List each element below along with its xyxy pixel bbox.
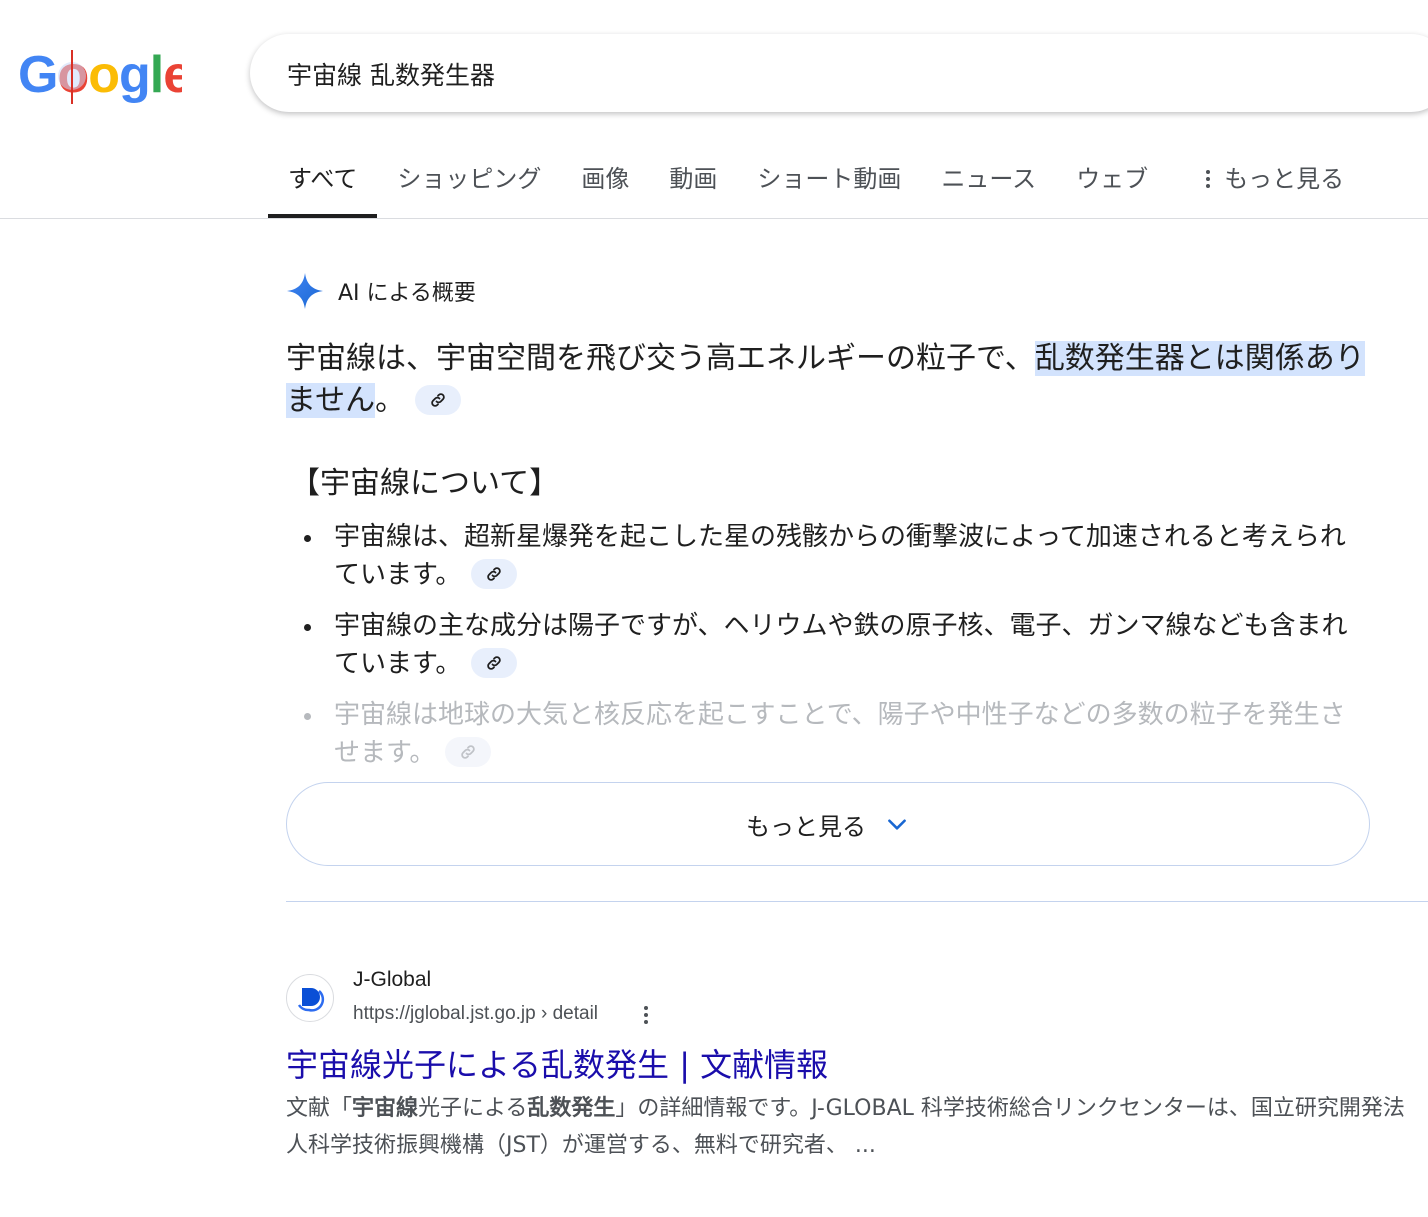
logo-letter-g: G bbox=[18, 46, 57, 104]
more-vert-icon bbox=[1206, 170, 1211, 188]
show-more-button[interactable]: もっと見る bbox=[286, 782, 1370, 866]
logo-letter-e: e bbox=[163, 46, 182, 104]
source-link-button[interactable] bbox=[415, 384, 462, 415]
svg-text:Google: Google bbox=[18, 46, 182, 104]
source-link-button[interactable] bbox=[445, 736, 492, 767]
list-item: 宇宙線の主な成分は陽子ですが、ヘリウムや鉄の原子核、電子、ガンマ線なども含まれて… bbox=[300, 607, 1366, 683]
result-url[interactable]: https://jglobal.jst.go.jp › detail bbox=[353, 1003, 598, 1025]
link-icon bbox=[487, 566, 502, 581]
tab-images[interactable]: 画像 bbox=[561, 140, 649, 218]
ai-lead-end: 。 bbox=[375, 383, 406, 418]
snippet-bold: 乱数発生 bbox=[527, 1096, 616, 1121]
result-snippet: 文献「宇宙線光子による乱数発生」の詳細情報です。J-GLOBAL 科学技術総合リ… bbox=[286, 1090, 1406, 1164]
ai-section-title: 【宇宙線について】 bbox=[290, 466, 560, 501]
google-logo[interactable]: Google bbox=[16, 40, 182, 112]
tab-all[interactable]: すべて bbox=[268, 140, 378, 218]
ai-bullet-list: 宇宙線は、超新星爆発を起こした星の残骸からの衝撃波によって加速されると考えられて… bbox=[300, 518, 1366, 785]
ai-overview-label: AI による概要 bbox=[338, 281, 476, 306]
logo-letter-l: l bbox=[150, 46, 163, 104]
snippet-part: 文献「 bbox=[286, 1096, 353, 1121]
tab-web[interactable]: ウェブ bbox=[1056, 140, 1168, 218]
show-more-label: もっと見る bbox=[746, 812, 866, 841]
ai-overview-header: AI による概要 bbox=[286, 272, 476, 310]
chevron-down-icon bbox=[888, 819, 906, 830]
tab-news[interactable]: ニュース bbox=[921, 140, 1056, 218]
tab-videos[interactable]: 動画 bbox=[649, 140, 737, 218]
link-icon bbox=[461, 744, 476, 759]
tab-short-videos[interactable]: ショート動画 bbox=[737, 140, 921, 218]
site-favicon[interactable] bbox=[286, 974, 334, 1022]
logo-letter-g2: g bbox=[119, 46, 150, 104]
section-divider bbox=[286, 901, 1428, 902]
link-icon bbox=[487, 655, 502, 670]
jglobal-logo-icon bbox=[297, 988, 325, 1012]
snippet-bold: 宇宙線 bbox=[352, 1096, 419, 1121]
tab-shopping[interactable]: ショッピング bbox=[377, 140, 561, 218]
tab-more[interactable]: もっと見る bbox=[1186, 140, 1364, 218]
result-options-icon[interactable] bbox=[644, 1006, 648, 1024]
link-icon bbox=[431, 392, 445, 407]
list-item: 宇宙線は地球の大気と核反応を起こすことで、陽子や中性子などの多数の粒子を発生させ… bbox=[300, 696, 1366, 772]
source-link-button[interactable] bbox=[471, 558, 518, 589]
tab-more-label: もっと見る bbox=[1224, 165, 1345, 193]
source-link-button[interactable] bbox=[471, 647, 518, 678]
logo-letter-o2: o bbox=[88, 46, 119, 104]
snippet-part: 光子による bbox=[418, 1096, 528, 1121]
result-site-name[interactable]: J-Global bbox=[353, 968, 431, 992]
ai-lead-text: 宇宙線は、宇宙空間を飛び交う高エネルギーの粒子で、 bbox=[286, 341, 1035, 376]
tabs-divider bbox=[0, 218, 1428, 219]
search-box[interactable]: 宇宙線 乱数発生器 bbox=[250, 34, 1428, 112]
search-input[interactable]: 宇宙線 乱数発生器 bbox=[287, 56, 495, 92]
list-item: 宇宙線は、超新星爆発を起こした星の残骸からの衝撃波によって加速されると考えられて… bbox=[300, 518, 1366, 594]
search-tabs: すべて ショッピング 画像 動画 ショート動画 ニュース ウェブ もっと見る bbox=[268, 140, 1364, 218]
ai-overview-lead: 宇宙線は、宇宙空間を飛び交う高エネルギーの粒子で、乱数発生器とは関係ありません。 bbox=[286, 338, 1376, 422]
result-title-link[interactable]: 宇宙線光子による乱数発生 | 文献情報 bbox=[286, 1040, 828, 1086]
gemini-sparkle-icon bbox=[287, 273, 323, 309]
